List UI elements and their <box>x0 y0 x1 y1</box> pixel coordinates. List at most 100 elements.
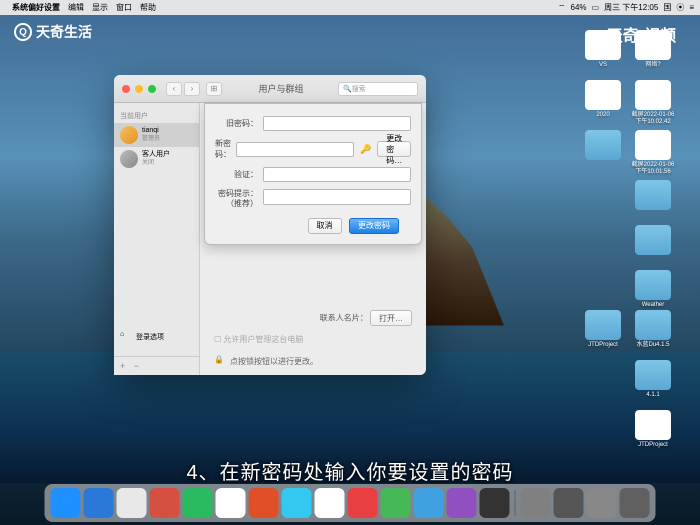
search-input[interactable]: 🔍 搜索 <box>338 82 418 96</box>
desktop-icon[interactable]: JTDProject <box>631 410 675 449</box>
file-icon <box>635 80 671 110</box>
dock-item[interactable] <box>117 488 147 518</box>
sidebar-header: 当前用户 <box>114 109 199 123</box>
desktop-icon[interactable] <box>631 225 675 257</box>
dock-item[interactable] <box>620 488 650 518</box>
icon-label: 网络? <box>631 62 675 69</box>
watermark-right: 天奇·视频 <box>607 22 676 46</box>
dock-item[interactable] <box>521 488 551 518</box>
verify-password-input[interactable] <box>263 167 411 182</box>
remove-user-button[interactable]: − <box>134 361 139 371</box>
change-password-inline-button[interactable]: 更改密码… <box>377 141 411 157</box>
dock-item[interactable] <box>183 488 213 518</box>
icon-label: VS <box>581 62 625 69</box>
dock-item[interactable] <box>216 488 246 518</box>
icon-label: JTDProject <box>581 342 625 349</box>
grid-button[interactable]: ⊞ <box>206 82 222 96</box>
menu-app[interactable]: 系统偏好设置 <box>12 2 60 13</box>
forward-button[interactable]: › <box>184 82 200 96</box>
spotlight-icon[interactable]: ⦿ <box>676 2 684 13</box>
folder-icon <box>635 360 671 390</box>
notification-icon[interactable]: ≡ <box>689 3 694 12</box>
maximize-icon[interactable] <box>148 85 156 93</box>
file-icon <box>635 130 671 160</box>
bluetooth-icon[interactable]: ⌔ <box>558 3 566 13</box>
desktop-icon[interactable]: Weather <box>631 270 675 309</box>
icon-label: 水蓝Du4.1.5 <box>631 342 675 349</box>
old-password-input[interactable] <box>263 116 411 131</box>
content-footer: 联系人名片： 打开… ☐ 允许用户管理这台电脑 🔒 点按锁按钮以进行更改。 <box>204 302 422 375</box>
user-row[interactable]: 客人用户关闭 <box>114 147 199 171</box>
new-password-label: 新密码： <box>215 138 236 160</box>
battery-icon: ▭ <box>592 3 600 12</box>
window-titlebar[interactable]: ‹ › ⊞ 用户与群组 🔍 搜索 <box>114 75 426 103</box>
desktop-icon[interactable]: 2020 <box>581 80 625 119</box>
home-icon: ⌂ <box>120 331 132 343</box>
hint-label: 密码提示： （推荐） <box>215 189 263 208</box>
menu-edit[interactable]: 编辑 <box>68 2 84 13</box>
folder-icon <box>585 310 621 340</box>
desktop-icon[interactable]: 截屏2022-01-06下午10.01.56 <box>631 130 675 176</box>
open-contact-button[interactable]: 打开… <box>370 310 412 326</box>
battery-status[interactable]: 64% <box>571 3 587 12</box>
dock-item[interactable] <box>282 488 312 518</box>
file-icon <box>635 410 671 440</box>
dock-item[interactable] <box>447 488 477 518</box>
dock-item[interactable] <box>315 488 345 518</box>
close-icon[interactable] <box>122 85 130 93</box>
key-icon[interactable]: 🔑 <box>360 144 371 155</box>
input-source[interactable]: 国 <box>663 2 671 13</box>
dock-item[interactable] <box>381 488 411 518</box>
dock-item[interactable] <box>414 488 444 518</box>
menu-help[interactable]: 帮助 <box>140 2 156 13</box>
dock-item[interactable] <box>554 488 584 518</box>
dock-item[interactable] <box>249 488 279 518</box>
video-subtitle: 4、在新密码处输入你要设置的密码 <box>0 456 700 485</box>
sidebar-footer: + − <box>114 356 200 375</box>
folder-icon <box>635 270 671 300</box>
login-options[interactable]: ⌂ 登录选项 <box>120 331 164 343</box>
dock-item[interactable] <box>51 488 81 518</box>
contact-label: 联系人名片： <box>320 314 368 323</box>
new-password-input[interactable] <box>236 142 354 157</box>
confirm-change-button[interactable]: 更改密码 <box>349 218 399 234</box>
back-button[interactable]: ‹ <box>166 82 182 96</box>
lock-icon[interactable]: 🔒 <box>214 355 226 367</box>
dock-item[interactable] <box>348 488 378 518</box>
desktop-icon[interactable]: 截屏2022-01-06下午10.02.42 <box>631 80 675 126</box>
add-user-button[interactable]: + <box>120 361 125 371</box>
menu-window[interactable]: 窗口 <box>116 2 132 13</box>
dock <box>45 484 656 522</box>
icon-label: Weather <box>631 302 675 309</box>
desktop-icon[interactable]: 4.1.1 <box>631 360 675 399</box>
logo-icon: Q <box>14 23 32 41</box>
icon-label: 截屏2022-01-06下午10.01.56 <box>631 162 675 176</box>
user-row[interactable]: tianqi管理员 <box>114 123 199 147</box>
cancel-button[interactable]: 取消 <box>308 218 342 234</box>
desktop-icon[interactable] <box>581 130 625 162</box>
watermark-left: Q 天奇生活 <box>14 22 92 42</box>
password-hint-input[interactable] <box>263 189 411 205</box>
verify-label: 验证： <box>215 169 263 180</box>
minimize-icon[interactable] <box>135 85 143 93</box>
folder-icon <box>635 225 671 255</box>
desktop-icon[interactable]: JTDProject <box>581 310 625 349</box>
icon-label: JTDProject <box>631 442 675 449</box>
desktop-icon[interactable] <box>631 180 675 212</box>
datetime[interactable]: 周三 下午12:05 <box>604 2 658 13</box>
icon-label: 截屏2022-01-06下午10.02.42 <box>631 112 675 126</box>
dock-item[interactable] <box>150 488 180 518</box>
dock-item[interactable] <box>480 488 510 518</box>
users-sidebar: 当前用户 tianqi管理员客人用户关闭 ⌂ 登录选项 + − <box>114 103 200 375</box>
folder-icon <box>585 130 621 160</box>
dock-item[interactable] <box>84 488 114 518</box>
icon-label: 4.1.1 <box>631 392 675 399</box>
dock-separator <box>515 490 516 516</box>
users-groups-window: ‹ › ⊞ 用户与群组 🔍 搜索 当前用户 tianqi管理员客人用户关闭 ⌂ … <box>114 75 426 375</box>
dock-item[interactable] <box>587 488 617 518</box>
desktop-icon[interactable]: 水蓝Du4.1.5 <box>631 310 675 349</box>
menubar: 系统偏好设置 编辑 显示 窗口 帮助 ⌔ 64% ▭ 周三 下午12:05 国 … <box>0 0 700 15</box>
lock-hint: 点按锁按钮以进行更改。 <box>230 356 318 367</box>
admin-checkbox-label: ☐ 允许用户管理这台电脑 <box>214 334 412 345</box>
menu-view[interactable]: 显示 <box>92 2 108 13</box>
